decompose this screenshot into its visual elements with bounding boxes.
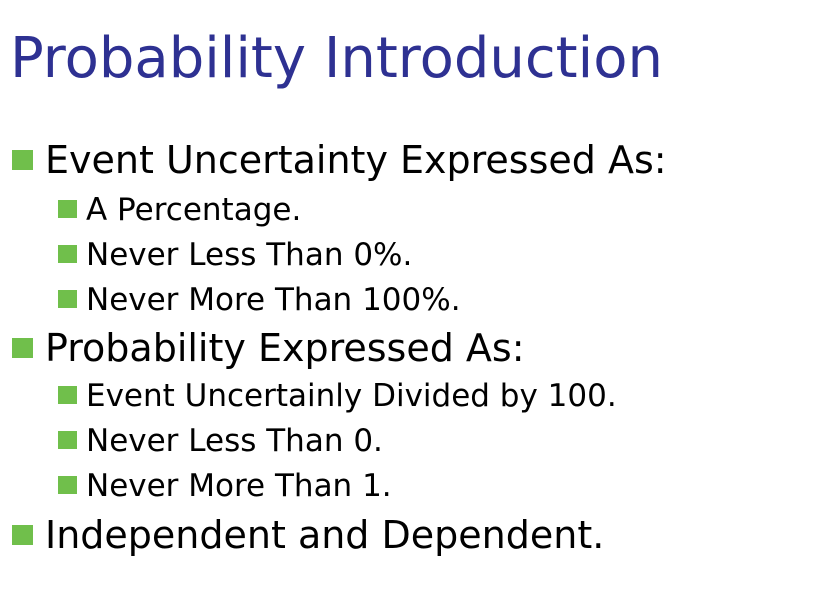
sub-bullet-icon <box>58 244 77 263</box>
sub-bullet-text: Never More Than 100%. <box>86 282 461 318</box>
bullet-item: Probability Expressed As: <box>12 325 525 371</box>
sub-bullet-item: Never More Than 1. <box>58 467 392 505</box>
sub-bullet-text: Never Less Than 0%. <box>86 237 413 273</box>
sub-bullet-text: Event Uncertainly Divided by 100. <box>86 378 617 414</box>
bullet-icon <box>12 337 33 358</box>
sub-bullet-icon <box>58 430 77 449</box>
slide: Probability Introduction Event Uncertain… <box>0 0 839 596</box>
sub-bullet-text: A Percentage. <box>86 192 302 228</box>
sub-bullet-icon <box>58 475 77 494</box>
sub-bullet-item: Never Less Than 0%. <box>58 236 412 274</box>
bullet-item: Independent and Dependent. <box>12 512 604 558</box>
sub-bullet-item: Never Less Than 0. <box>58 422 383 460</box>
sub-bullet-item: Event Uncertainly Divided by 100. <box>58 377 617 415</box>
bullet-item: Event Uncertainty Expressed As: <box>12 137 667 183</box>
sub-bullet-text: Never Less Than 0. <box>86 423 383 459</box>
sub-bullet-icon <box>58 289 77 308</box>
bullet-icon <box>12 524 33 545</box>
bullet-icon <box>12 149 33 170</box>
bullet-text: Event Uncertainty Expressed As: <box>45 138 667 182</box>
bullet-text: Probability Expressed As: <box>45 326 525 370</box>
sub-bullet-item: A Percentage. <box>58 191 301 229</box>
sub-bullet-icon <box>58 385 77 404</box>
sub-bullet-item: Never More Than 100%. <box>58 281 461 319</box>
slide-title: Probability Introduction <box>10 26 663 91</box>
sub-bullet-text: Never More Than 1. <box>86 468 392 504</box>
sub-bullet-icon <box>58 199 77 218</box>
bullet-text: Independent and Dependent. <box>45 513 605 557</box>
